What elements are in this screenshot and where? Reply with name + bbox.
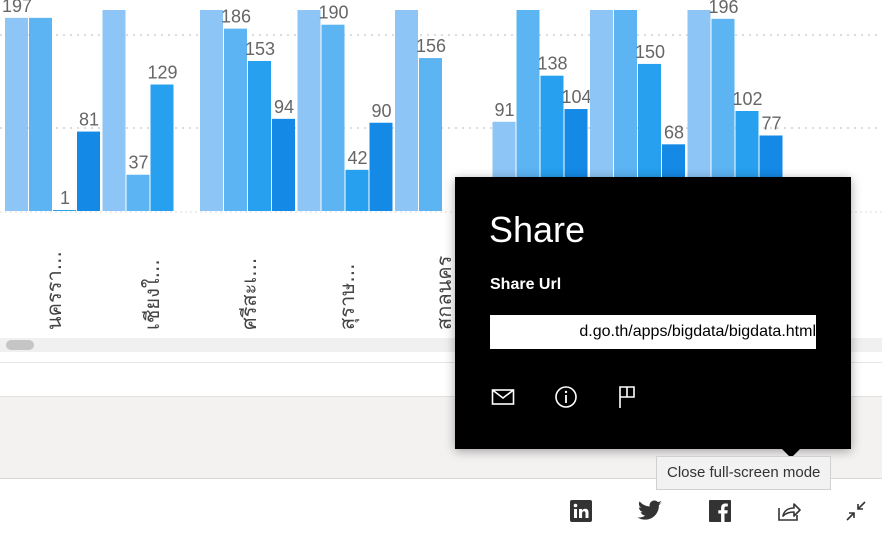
share-dialog-title: Share bbox=[489, 209, 586, 250]
twitter-button[interactable] bbox=[635, 496, 665, 526]
data-label: 150 bbox=[635, 42, 665, 62]
exit-fullscreen-button[interactable] bbox=[841, 496, 871, 526]
email-button[interactable] bbox=[489, 383, 517, 411]
email-icon bbox=[491, 389, 515, 405]
data-label: 42 bbox=[347, 148, 367, 168]
bar[interactable] bbox=[126, 174, 150, 211]
data-label: 186 bbox=[221, 7, 251, 27]
share-button[interactable] bbox=[774, 496, 804, 526]
bar[interactable] bbox=[419, 58, 442, 212]
data-label: 94 bbox=[274, 97, 294, 117]
data-label: 156 bbox=[416, 36, 446, 56]
x-axis-category-label: นครรา... bbox=[42, 251, 66, 330]
x-axis-category-label: ศรีสะเ... bbox=[237, 257, 261, 330]
data-label: 90 bbox=[371, 101, 391, 121]
data-label: 197 bbox=[2, 0, 32, 16]
linkedin-button[interactable] bbox=[566, 496, 596, 526]
bar[interactable] bbox=[248, 60, 271, 211]
share-url-input[interactable] bbox=[490, 315, 816, 349]
bar[interactable] bbox=[369, 122, 393, 211]
data-label: 102 bbox=[732, 89, 762, 109]
scrollbar-thumb[interactable] bbox=[6, 340, 34, 350]
data-label: 190 bbox=[318, 3, 348, 23]
bar[interactable] bbox=[77, 131, 100, 211]
data-label: 37 bbox=[128, 153, 148, 173]
bar[interactable] bbox=[224, 28, 247, 211]
report-flag-button[interactable] bbox=[613, 383, 641, 411]
data-label: 91 bbox=[494, 100, 514, 120]
bar[interactable] bbox=[5, 17, 28, 211]
data-label: 129 bbox=[147, 63, 177, 83]
data-label: 81 bbox=[79, 110, 99, 130]
bar[interactable] bbox=[53, 210, 76, 211]
x-axis-category-label: เชียงใ... bbox=[139, 259, 164, 330]
data-label: 104 bbox=[561, 87, 591, 107]
share-url-label: Share Url bbox=[490, 276, 562, 293]
bar[interactable] bbox=[102, 10, 126, 211]
linkedin-icon bbox=[570, 500, 592, 522]
bar[interactable] bbox=[321, 24, 345, 211]
exit-fullscreen-icon bbox=[846, 501, 866, 521]
facebook-button[interactable] bbox=[705, 496, 735, 526]
data-label: 77 bbox=[761, 114, 781, 134]
data-label: 68 bbox=[664, 122, 684, 142]
bar[interactable] bbox=[272, 118, 295, 211]
data-label: 1 bbox=[60, 188, 70, 208]
info-icon bbox=[555, 386, 577, 408]
share-icon bbox=[778, 503, 801, 521]
data-label: 196 bbox=[708, 0, 738, 17]
info-button[interactable] bbox=[552, 383, 580, 411]
bar[interactable] bbox=[297, 10, 321, 211]
facebook-icon bbox=[709, 500, 731, 522]
twitter-icon bbox=[637, 500, 662, 520]
bar[interactable] bbox=[150, 84, 174, 211]
data-label: 153 bbox=[245, 39, 275, 59]
bar[interactable] bbox=[345, 169, 369, 211]
data-label: 138 bbox=[537, 54, 567, 74]
bar[interactable] bbox=[200, 10, 223, 211]
bar[interactable] bbox=[395, 10, 418, 211]
flag-icon bbox=[619, 386, 635, 408]
bar[interactable] bbox=[29, 17, 52, 211]
x-axis-category-label: สุราษ... bbox=[334, 263, 359, 330]
share-dialog: Share Share Url bbox=[455, 177, 851, 449]
close-fullscreen-tooltip: Close full-screen mode bbox=[656, 456, 832, 490]
